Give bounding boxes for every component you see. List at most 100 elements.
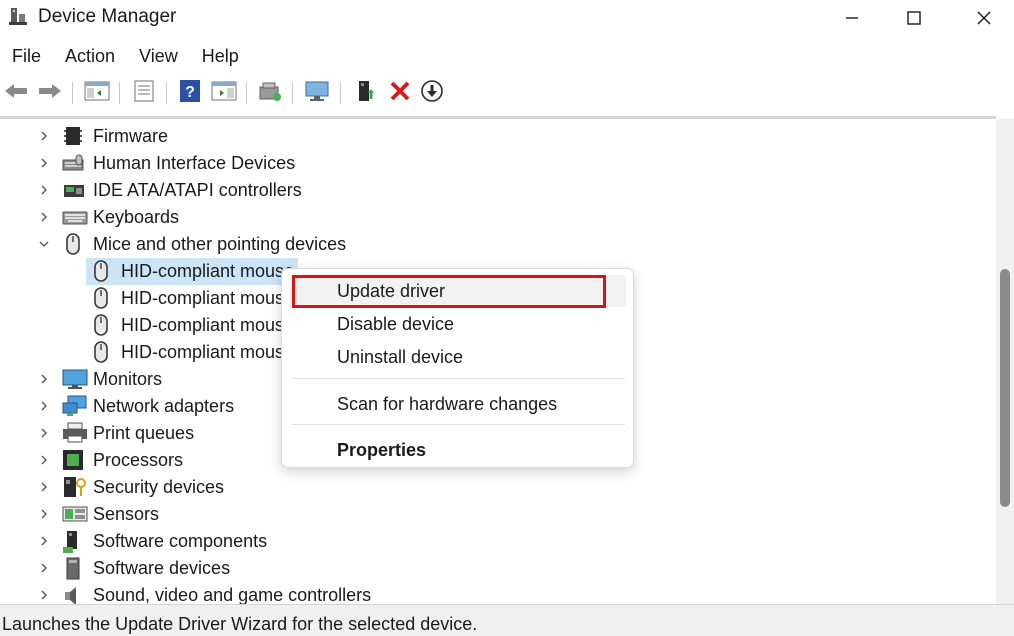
tree-item-sound-video-and-game-controllers[interactable]: Sound, video and game controllers xyxy=(0,582,996,604)
properties-button[interactable] xyxy=(130,78,158,108)
show-hide-console-tree-button[interactable] xyxy=(83,78,111,108)
menu-item-scan-for-hardware-changes[interactable]: Scan for hardware changes xyxy=(337,394,557,415)
tree-item-mice-and-other-pointing-devices[interactable]: Mice and other pointing devices xyxy=(0,231,996,258)
tree-item-software-components[interactable]: Software components xyxy=(0,528,996,555)
monitor-icon xyxy=(62,368,88,390)
chevron-right-icon[interactable] xyxy=(37,426,51,440)
tree-item-label: Network adapters xyxy=(93,396,235,416)
menu-separator xyxy=(292,424,625,425)
back-arrow-icon xyxy=(3,81,29,106)
toolbar-separator xyxy=(72,82,73,104)
menu-item-update-driver[interactable]: Update driver xyxy=(337,281,445,302)
network-adapter-icon xyxy=(62,395,87,417)
menu-help[interactable]: Help xyxy=(190,42,251,72)
menu-item-disable-device[interactable]: Disable device xyxy=(337,314,454,335)
minimize-icon xyxy=(844,10,860,26)
tree-item-label: HID-compliant mouse xyxy=(121,315,295,335)
mouse-icon xyxy=(62,233,86,255)
mouse-icon xyxy=(90,314,114,336)
help-button[interactable]: ? xyxy=(176,78,204,108)
show-action-pane-button[interactable] xyxy=(210,78,238,108)
menu-file[interactable]: File xyxy=(0,42,53,72)
tree-item-label: Print queues xyxy=(93,423,195,443)
tree-item-label: Keyboards xyxy=(93,207,180,227)
tree-item-label: Sensors xyxy=(93,504,160,524)
printer-icon xyxy=(62,422,87,444)
chevron-right-icon[interactable] xyxy=(37,156,51,170)
download-button[interactable] xyxy=(418,78,446,108)
minimize-button[interactable] xyxy=(822,0,882,36)
vertical-scrollbar[interactable] xyxy=(996,119,1014,604)
maximize-button[interactable] xyxy=(884,0,944,36)
chevron-right-icon[interactable] xyxy=(37,561,51,575)
chevron-right-icon[interactable] xyxy=(37,453,51,467)
tree-item-security-devices[interactable]: Security devices xyxy=(0,474,996,501)
help-icon: ? xyxy=(179,79,201,108)
monitor-button[interactable] xyxy=(303,78,331,108)
status-bar: Launches the Update Driver Wizard for th… xyxy=(0,604,1014,636)
toolbar-separator xyxy=(292,82,293,104)
window-title: Device Manager xyxy=(38,6,177,27)
tree-item-sensors[interactable]: Sensors xyxy=(0,501,996,528)
back-button[interactable] xyxy=(2,78,30,108)
tree-item-human-interface-devices[interactable]: Human Interface Devices xyxy=(0,150,996,177)
uninstall-device-icon xyxy=(389,80,411,107)
tree-item-label: HID-compliant mouse xyxy=(121,288,295,308)
chevron-right-icon[interactable] xyxy=(37,399,51,413)
close-button[interactable] xyxy=(954,0,1014,36)
tree-item-keyboards[interactable]: Keyboards xyxy=(0,204,996,231)
tree-item-software-devices[interactable]: Software devices xyxy=(0,555,996,582)
menu-action[interactable]: Action xyxy=(53,42,127,72)
scan-hardware-changes-button[interactable] xyxy=(256,78,284,108)
scrollbar-thumb[interactable] xyxy=(1000,269,1010,507)
chevron-right-icon[interactable] xyxy=(37,210,51,224)
tree-item-label: Mice and other pointing devices xyxy=(93,234,347,254)
forward-button[interactable] xyxy=(36,78,64,108)
tree-item-label: HID-compliant mouse xyxy=(121,342,295,362)
chevron-right-icon[interactable] xyxy=(37,507,51,521)
tree-item-label: Software devices xyxy=(93,558,231,578)
toolbar: ? xyxy=(0,76,1014,110)
toolbar-separator xyxy=(166,82,167,104)
tree-item-label: Processors xyxy=(93,450,184,470)
processor-icon xyxy=(62,449,86,471)
chevron-right-icon[interactable] xyxy=(37,183,51,197)
chevron-right-icon[interactable] xyxy=(37,588,51,602)
show-hide-console-tree-icon xyxy=(84,80,110,107)
chevron-right-icon[interactable] xyxy=(37,534,51,548)
tree-item-firmware[interactable]: Firmware xyxy=(0,123,996,150)
chevron-right-icon[interactable] xyxy=(37,129,51,143)
tree-item-ide-ata-atapi-controllers[interactable]: IDE ATA/ATAPI controllers xyxy=(0,177,996,204)
update-driver-button[interactable] xyxy=(352,78,380,108)
tree-item-label: HID-compliant mouse xyxy=(121,261,295,281)
context-menu: Update driver Disable device Uninstall d… xyxy=(281,268,634,468)
chevron-right-icon[interactable] xyxy=(37,372,51,386)
menu-view[interactable]: View xyxy=(127,42,190,72)
chevron-right-icon[interactable] xyxy=(37,480,51,494)
tree-item-label: Sound, video and game controllers xyxy=(93,585,372,604)
toolbar-separator xyxy=(246,82,247,104)
tree-item-label: Security devices xyxy=(93,477,225,497)
properties-icon xyxy=(132,79,156,108)
chevron-down-icon[interactable] xyxy=(37,237,51,251)
security-device-icon xyxy=(62,476,86,498)
tree-item-label: Firmware xyxy=(93,126,168,146)
menu-bar: File Action View Help xyxy=(0,42,251,72)
svg-text:?: ? xyxy=(185,84,195,101)
tree-item-label: Human Interface Devices xyxy=(93,153,296,173)
show-action-pane-icon xyxy=(211,80,237,107)
menu-item-properties[interactable]: Properties xyxy=(337,440,426,461)
scan-hardware-changes-icon xyxy=(257,79,283,108)
download-icon xyxy=(420,79,444,108)
uninstall-device-button[interactable] xyxy=(386,78,414,108)
status-text: Launches the Update Driver Wizard for th… xyxy=(2,614,478,634)
mouse-icon xyxy=(90,341,114,363)
menu-item-uninstall-device[interactable]: Uninstall device xyxy=(337,347,463,368)
speaker-icon xyxy=(62,584,86,604)
keyboard-icon xyxy=(62,206,88,228)
toolbar-separator xyxy=(119,82,120,104)
monitor-icon xyxy=(303,79,331,108)
hid-icon xyxy=(62,152,86,174)
update-driver-icon xyxy=(354,79,378,108)
menu-separator xyxy=(292,378,625,379)
